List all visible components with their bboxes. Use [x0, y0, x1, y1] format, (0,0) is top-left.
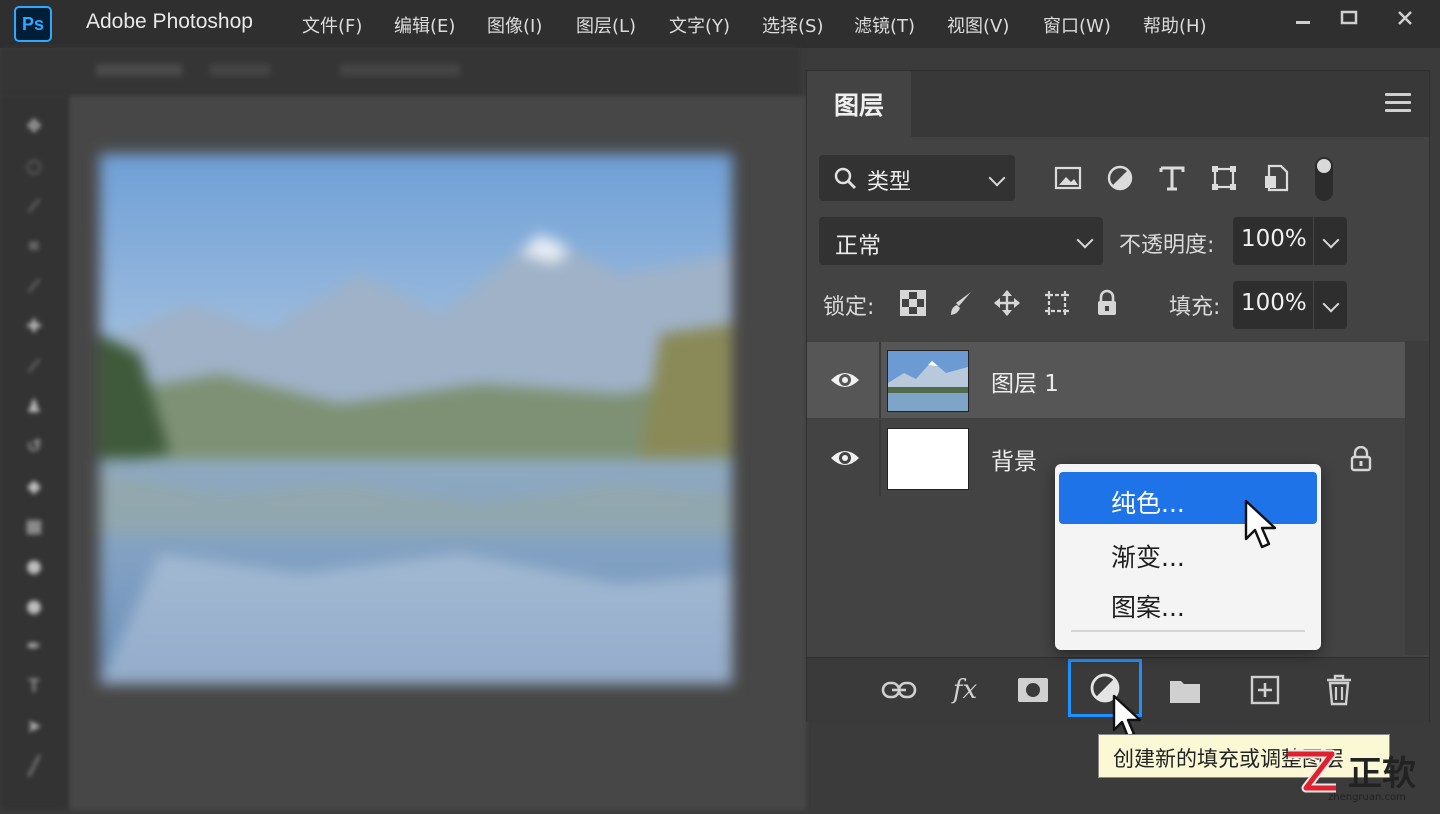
eyedropper-tool-icon[interactable]: ⟋ [22, 276, 46, 298]
layer-filter-select[interactable]: 类型 [819, 155, 1015, 201]
eye-visibility-icon[interactable] [829, 368, 861, 392]
fill-label: 填充: [1169, 295, 1221, 320]
menu-select[interactable]: 选择(S) [762, 12, 823, 38]
panel-menu-icon[interactable] [1385, 93, 1411, 113]
tool-options-bar [0, 48, 800, 96]
type-tool-icon[interactable]: T [22, 676, 46, 698]
brush-tool-icon[interactable]: ⟋ [22, 356, 46, 378]
fx-icon[interactable]: fx [947, 672, 983, 708]
delete-layer-icon[interactable] [1321, 672, 1357, 708]
chevron-down-icon[interactable] [1322, 231, 1340, 249]
eraser-tool-icon[interactable]: ◆ [22, 476, 46, 498]
watermark-url: zhengruan.com [1328, 792, 1406, 803]
layer-name[interactable]: 图层 1 [991, 364, 1059, 398]
lock-label: 锁定: [823, 295, 875, 320]
healing-tool-icon[interactable]: ✚ [22, 316, 46, 338]
opacity-value: 100% [1241, 226, 1307, 252]
lock-image-pixels-icon[interactable] [947, 289, 977, 319]
path-select-tool-icon[interactable]: ➤ [22, 716, 46, 738]
watermark-logo: 正软 zhengruan.com [1280, 744, 1440, 810]
layer-row-layer1[interactable]: 图层 1 [807, 342, 1405, 418]
menu-item-pattern[interactable]: 图案... [1059, 576, 1317, 628]
mouse-cursor-icon [1243, 499, 1279, 555]
layers-scrollbar[interactable] [1405, 341, 1429, 655]
tab-layers[interactable]: 图层 [807, 71, 911, 137]
layer-thumbnail-landscape [887, 350, 969, 412]
blur-tool-icon[interactable]: ● [22, 556, 46, 578]
fill-value: 100% [1241, 290, 1307, 316]
dodge-tool-icon[interactable]: ● [22, 596, 46, 618]
fill-layer-menu: 纯色... 渐变... 图案... [1055, 464, 1321, 650]
restore-icon[interactable] [1334, 6, 1364, 30]
menu-image[interactable]: 图像(I) [487, 12, 542, 38]
minimize-icon[interactable] [1288, 6, 1318, 30]
search-icon [833, 166, 857, 194]
eye-visibility-icon[interactable] [829, 446, 861, 470]
lock-artboard-icon[interactable] [1043, 289, 1073, 319]
move-tool-icon[interactable]: ✥ [22, 116, 46, 138]
menu-bar: Ps Adobe Photoshop 文件(F) 编辑(E) 图像(I) 图层(… [0, 0, 1440, 48]
opacity-label: 不透明度: [1119, 233, 1215, 258]
chevron-down-icon [988, 169, 1006, 187]
pen-tool-icon[interactable]: ✒ [22, 636, 46, 658]
new-group-icon[interactable] [1167, 672, 1203, 708]
blend-mode-select[interactable]: 正常 [819, 217, 1103, 265]
fill-field[interactable]: 100% [1233, 281, 1347, 329]
quick-select-tool-icon[interactable]: ⟋ [22, 196, 46, 218]
menu-file[interactable]: 文件(F) [302, 12, 362, 38]
image-filter-icon[interactable] [1053, 163, 1083, 193]
chevron-down-icon [1076, 231, 1094, 249]
menu-filter[interactable]: 滤镜(T) [854, 12, 915, 38]
link-layers-icon[interactable] [881, 672, 917, 708]
menu-edit[interactable]: 编辑(E) [394, 12, 455, 38]
lock-all-icon[interactable] [1093, 289, 1123, 319]
menu-help[interactable]: 帮助(H) [1143, 12, 1207, 38]
filter-type-label: 类型 [867, 170, 912, 195]
menu-layer[interactable]: 图层(L) [576, 12, 636, 38]
chevron-down-icon[interactable] [1322, 295, 1340, 313]
blend-mode-value: 正常 [835, 233, 881, 259]
canvas-image [98, 152, 734, 686]
lock-position-icon[interactable] [993, 289, 1023, 319]
add-mask-icon[interactable] [1015, 672, 1051, 708]
layer-lock-icon [1349, 445, 1373, 476]
photoshop-logo: Ps [14, 6, 52, 42]
filter-toggle-switch[interactable] [1315, 157, 1333, 201]
layer-name[interactable]: 背景 [991, 442, 1037, 476]
shape-filter-icon[interactable] [1209, 163, 1239, 193]
menu-separator [1071, 630, 1305, 632]
gradient-tool-icon[interactable]: ▦ [22, 516, 46, 538]
stamp-tool-icon[interactable]: ♟ [22, 396, 46, 418]
watermark-text: 正软 [1348, 754, 1416, 794]
close-icon[interactable] [1390, 6, 1420, 30]
menu-window[interactable]: 窗口(W) [1043, 12, 1111, 38]
new-layer-icon[interactable] [1247, 672, 1283, 708]
layer-thumbnail-white [887, 428, 969, 490]
app-title: Adobe Photoshop [86, 10, 253, 33]
lasso-tool-icon[interactable]: ◌ [22, 156, 46, 178]
shape-tool-icon[interactable]: ╱ [22, 756, 46, 778]
tools-toolbar: ✥ ◌ ⟋ ⌗ ⟋ ✚ ⟋ ♟ ↺ ◆ ▦ ● ● ✒ T ➤ ╱ [0, 96, 68, 810]
lock-transparent-pixels-icon[interactable] [899, 289, 929, 319]
menu-type[interactable]: 文字(Y) [669, 12, 730, 38]
smart-object-filter-icon[interactable] [1261, 163, 1291, 193]
menu-view[interactable]: 视图(V) [947, 12, 1009, 38]
type-filter-icon[interactable] [1157, 163, 1187, 193]
opacity-field[interactable]: 100% [1233, 217, 1347, 265]
history-brush-tool-icon[interactable]: ↺ [22, 436, 46, 458]
adjustment-filter-icon[interactable] [1105, 163, 1135, 193]
crop-tool-icon[interactable]: ⌗ [22, 236, 46, 258]
